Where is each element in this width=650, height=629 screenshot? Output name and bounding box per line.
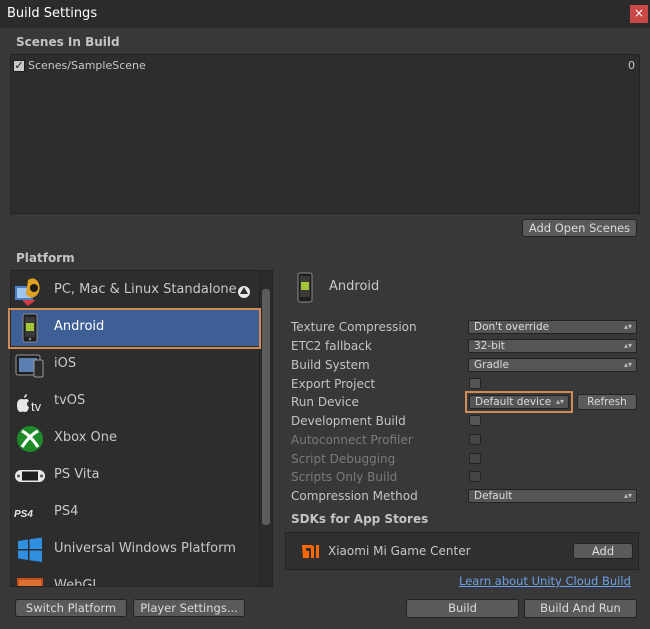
add-sdk-button[interactable]: Add — [573, 543, 633, 559]
unity-cloud-build-link[interactable]: Learn about Unity Cloud Build — [459, 574, 631, 588]
sdk-item: Xiaomi Mi Game Center Add — [285, 532, 639, 570]
svg-text:tv: tv — [31, 399, 42, 414]
android-highlight-box — [8, 308, 261, 349]
switch-platform-button[interactable]: Switch Platform — [15, 599, 127, 617]
dropdown-arrow-icon: ▴▾ — [623, 341, 632, 350]
texture-compression-dropdown[interactable]: Don't override ▴▾ — [468, 320, 637, 334]
platform-label: WebGL — [54, 578, 100, 587]
build-system-dropdown[interactable]: Gradle ▴▾ — [468, 358, 637, 372]
dropdown-arrow-icon: ▴▾ — [623, 360, 632, 369]
platform-label: tvOS — [54, 393, 86, 408]
close-icon: × — [633, 6, 645, 20]
scripts-only-build-checkbox — [469, 471, 481, 482]
scene-index: 0 — [628, 59, 635, 72]
dropdown-value: Gradle — [474, 359, 509, 371]
ps-vita-icon — [15, 470, 45, 482]
windows-icon — [18, 537, 42, 562]
autoconnect-profiler-checkbox — [469, 434, 481, 445]
script-debugging-checkbox — [469, 453, 481, 464]
scripts-only-build-label: Scripts Only Build — [291, 470, 398, 484]
compression-method-label: Compression Method — [291, 489, 418, 503]
platform-label: Xbox One — [54, 430, 118, 445]
close-button[interactable]: × — [630, 5, 648, 23]
window-title: Build Settings — [7, 6, 98, 21]
scenes-list[interactable]: ✓ Scenes/SampleScene 0 — [10, 54, 640, 214]
platform-label: Universal Windows Platform — [54, 541, 236, 556]
apple-tv-icon: tv — [17, 394, 42, 414]
autoconnect-profiler-label: Autoconnect Profiler — [291, 433, 413, 447]
refresh-button[interactable]: Refresh — [577, 394, 637, 410]
export-project-label: Export Project — [291, 377, 376, 391]
add-open-scenes-button[interactable]: Add Open Scenes — [522, 219, 637, 237]
platform-label: PS Vita — [54, 467, 100, 482]
platform-item-xbox-one[interactable]: Xbox One — [11, 420, 261, 457]
platform-item-webgl[interactable]: WebGL — [11, 568, 261, 587]
dropdown-value: 32-bit — [474, 340, 505, 352]
pc-mac-linux-icon — [15, 278, 40, 306]
dropdown-value: Default — [474, 490, 513, 502]
platform-item-tvos[interactable]: tv tvOS — [11, 383, 261, 420]
build-and-run-button[interactable]: Build And Run — [524, 599, 637, 618]
build-system-label: Build System — [291, 358, 370, 372]
scene-name: Scenes/SampleScene — [28, 59, 146, 72]
compression-method-dropdown[interactable]: Default ▴▾ — [468, 489, 637, 503]
build-button[interactable]: Build — [406, 599, 519, 618]
webgl-icon — [17, 578, 43, 586]
dropdown-arrow-icon: ▴▾ — [623, 491, 632, 500]
platform-label: PC, Mac & Linux Standalone — [54, 282, 237, 297]
xbox-icon — [17, 426, 43, 452]
ios-device-icon — [15, 354, 44, 378]
ps4-icon: PS4 — [14, 509, 33, 520]
development-build-checkbox[interactable] — [469, 415, 481, 426]
etc2-fallback-dropdown[interactable]: 32-bit ▴▾ — [468, 339, 637, 353]
svg-text:PS4: PS4 — [14, 509, 33, 520]
run-device-label: Run Device — [291, 395, 359, 409]
platform-item-uwp[interactable]: Universal Windows Platform — [11, 531, 261, 568]
sdks-header: SDKs for App Stores — [291, 512, 429, 526]
development-build-label: Development Build — [291, 414, 406, 428]
unity-current-platform-icon — [238, 286, 250, 298]
texture-compression-label: Texture Compression — [291, 320, 417, 334]
player-settings-button[interactable]: Player Settings... — [133, 599, 245, 617]
dropdown-arrow-icon: ▴▾ — [623, 322, 632, 331]
scenes-in-build-header: Scenes In Build — [16, 35, 120, 49]
xiaomi-mi-icon — [302, 545, 319, 558]
platform-item-ps-vita[interactable]: PS Vita — [11, 457, 261, 494]
scene-checkbox[interactable]: ✓ — [13, 60, 25, 72]
scrollbar-thumb[interactable] — [262, 289, 270, 525]
scene-row[interactable]: ✓ Scenes/SampleScene 0 — [13, 58, 637, 74]
run-device-highlight-box — [465, 391, 573, 413]
platform-item-ps4[interactable]: PS4 PS4 — [11, 494, 261, 531]
sdk-name: Xiaomi Mi Game Center — [328, 544, 471, 558]
platform-header: Platform — [16, 251, 75, 265]
script-debugging-label: Script Debugging — [291, 452, 396, 466]
export-project-checkbox[interactable] — [469, 378, 481, 389]
dropdown-value: Don't override — [474, 321, 550, 333]
title-bar: Build Settings × — [0, 0, 650, 28]
platform-item-standalone[interactable]: PC, Mac & Linux Standalone — [11, 272, 261, 309]
platform-label: PS4 — [54, 504, 79, 519]
platform-label: iOS — [54, 356, 77, 371]
android-phone-icon — [297, 272, 313, 303]
etc2-fallback-label: ETC2 fallback — [291, 339, 372, 353]
platform-item-ios[interactable]: iOS — [11, 346, 261, 383]
platform-settings-title: Android — [329, 279, 380, 294]
